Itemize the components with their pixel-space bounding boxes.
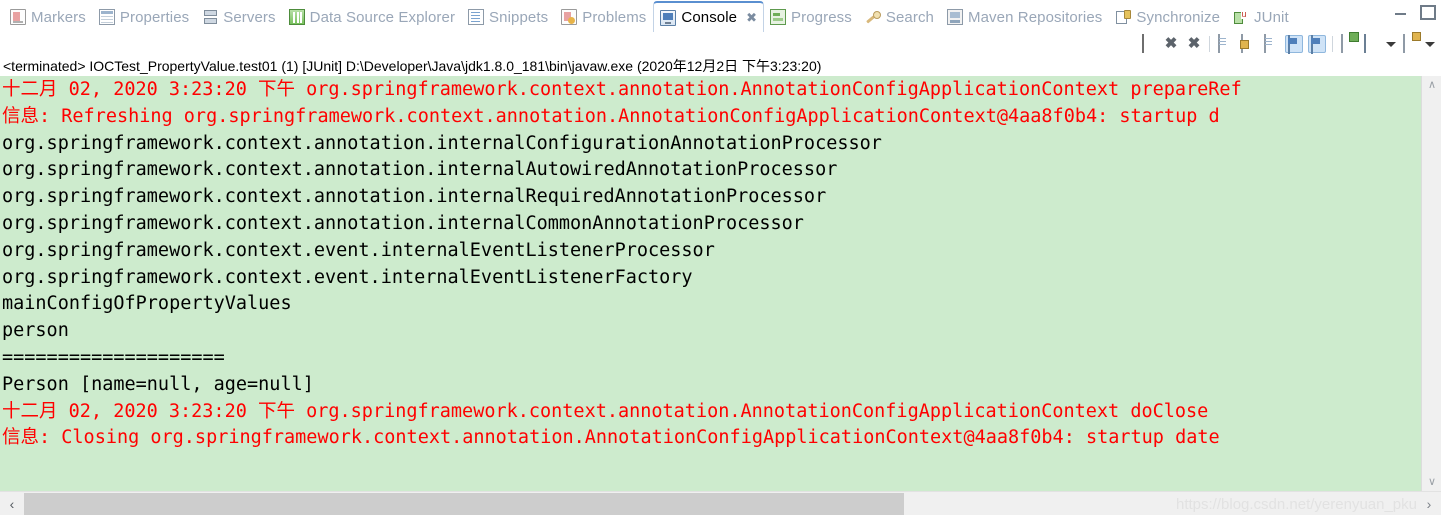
scroll-left-arrow-icon[interactable]: ‹: [0, 492, 24, 515]
console-line: org.springframework.context.annotation.i…: [2, 212, 804, 234]
remove-launch-button[interactable]: ✖: [1162, 35, 1180, 53]
word-wrap-icon: [1264, 34, 1266, 53]
progress-icon: [770, 9, 787, 25]
minimize-icon[interactable]: [1394, 4, 1408, 18]
tab-maven-repositories[interactable]: Maven Repositories: [941, 2, 1109, 32]
problems-icon: [561, 9, 578, 25]
new-console-icon: [1403, 34, 1405, 53]
scroll-lock-icon: [1241, 34, 1243, 53]
console-line: org.springframework.context.annotation.i…: [2, 159, 838, 181]
tab-search[interactable]: Search: [859, 2, 941, 32]
tab-label: Maven Repositories: [968, 8, 1103, 26]
console-line: org.springframework.context.event.intern…: [2, 266, 693, 288]
chevron-down-icon[interactable]: [1425, 41, 1435, 47]
toolbar-group-terminate: ✖ ✖: [1139, 34, 1203, 53]
console-line: 十二月 02, 2020 3:23:20 下午 org.springframew…: [2, 400, 1209, 422]
tab-synchronize[interactable]: Synchronize: [1109, 2, 1227, 32]
scroll-up-arrow-icon[interactable]: ∧: [1422, 76, 1441, 94]
tab-label: Properties: [119, 8, 190, 26]
tab-label: JUnit: [1254, 8, 1289, 26]
tab-label: Console: [681, 9, 738, 26]
scroll-down-arrow-icon[interactable]: ∨: [1422, 473, 1441, 491]
console-vertical-scrollbar[interactable]: ∧ ∨: [1421, 76, 1441, 491]
console-err-icon: [1311, 35, 1313, 54]
console-line: 信息: Closing org.springframework.context.…: [2, 427, 1220, 449]
terminate-button[interactable]: [1139, 34, 1157, 53]
tab-problems[interactable]: Problems: [555, 2, 653, 32]
tab-label: Data Source Explorer: [309, 8, 456, 26]
tab-properties[interactable]: Properties: [93, 2, 196, 32]
monitor-icon: [1364, 34, 1366, 53]
console-horizontal-scrollbar[interactable]: ‹ ›: [0, 491, 1441, 515]
pin-console-button[interactable]: [1339, 34, 1357, 53]
markers-icon: [10, 9, 26, 25]
console-line: org.springframework.context.event.intern…: [2, 239, 715, 261]
tab-snippets[interactable]: Snippets: [462, 2, 555, 32]
maximize-icon[interactable]: [1419, 4, 1436, 20]
toolbar-group-open: [1339, 34, 1435, 53]
toolbar-separator: [1332, 36, 1333, 52]
console-line: person: [2, 320, 69, 342]
search-icon: [865, 9, 881, 25]
console-icon: [660, 9, 677, 26]
clear-console-icon: [1218, 34, 1220, 53]
toolbar-group-console: [1216, 34, 1326, 54]
scroll-lock-button[interactable]: [1239, 34, 1257, 53]
tab-label: Problems: [582, 8, 647, 26]
console-output-area[interactable]: 十二月 02, 2020 3:23:20 下午 org.springframew…: [0, 76, 1441, 491]
tab-progress[interactable]: Progress: [764, 2, 859, 32]
console-process-label: <terminated> IOCTest_PropertyValue.test0…: [0, 56, 1441, 76]
console-line: Person [name=null, age=null]: [2, 373, 314, 395]
servers-icon: [202, 9, 218, 25]
tab-junit[interactable]: JUnit: [1227, 2, 1296, 32]
tab-data-source-explorer[interactable]: Data Source Explorer: [283, 2, 462, 32]
console-line: 十二月 02, 2020 3:23:20 下午 org.springframew…: [2, 79, 1242, 100]
toolbar-separator: [1209, 36, 1210, 52]
properties-icon: [98, 9, 115, 25]
console-line: 信息: Refreshing org.springframework.conte…: [2, 105, 1220, 127]
junit-icon: [1233, 9, 1249, 25]
open-console-button[interactable]: [1401, 34, 1419, 53]
tab-console[interactable]: Console ✖: [653, 1, 765, 32]
tab-label: Progress: [791, 8, 852, 26]
maven-icon: [947, 9, 963, 25]
console-line: org.springframework.context.annotation.i…: [2, 132, 882, 154]
eclipse-console-view: Markers Properties Servers Data Source E…: [0, 0, 1441, 515]
console-text: 十二月 02, 2020 3:23:20 下午 org.springframew…: [0, 76, 1242, 452]
clear-console-button[interactable]: [1216, 34, 1234, 53]
chevron-down-icon[interactable]: [1386, 41, 1396, 47]
tab-servers[interactable]: Servers: [196, 2, 282, 32]
snippets-icon: [468, 9, 485, 25]
word-wrap-button[interactable]: [1262, 34, 1280, 53]
datasource-icon: [288, 9, 305, 25]
horizontal-scroll-track[interactable]: [24, 492, 1417, 515]
tab-markers[interactable]: Markers: [4, 2, 93, 32]
remove-all-terminated-button[interactable]: ✖: [1185, 35, 1203, 53]
close-icon[interactable]: ✖: [746, 11, 757, 24]
console-line: ====================: [2, 346, 225, 368]
console-line: mainConfigOfPropertyValues: [2, 293, 292, 315]
horizontal-scroll-thumb[interactable]: [24, 493, 904, 515]
scroll-right-arrow-icon[interactable]: ›: [1417, 492, 1441, 515]
stop-icon: [1142, 34, 1144, 53]
sync-icon: [1115, 9, 1132, 25]
window-controls: [1394, 4, 1436, 20]
console-line: org.springframework.context.annotation.i…: [2, 186, 827, 208]
console-out-icon: [1288, 35, 1290, 54]
view-tab-bar: Markers Properties Servers Data Source E…: [0, 0, 1441, 32]
show-console-on-output-button[interactable]: [1285, 35, 1303, 54]
tab-label: Synchronize: [1136, 8, 1221, 26]
tab-label: Servers: [223, 8, 276, 26]
console-toolbar: ✖ ✖: [0, 32, 1441, 56]
display-selected-console-button[interactable]: [1362, 34, 1380, 53]
tab-label: Snippets: [489, 8, 549, 26]
tab-label: Search: [885, 8, 934, 26]
pin-console-icon: [1341, 34, 1343, 53]
show-console-on-error-button[interactable]: [1308, 35, 1326, 54]
tab-label: Markers: [31, 8, 86, 26]
